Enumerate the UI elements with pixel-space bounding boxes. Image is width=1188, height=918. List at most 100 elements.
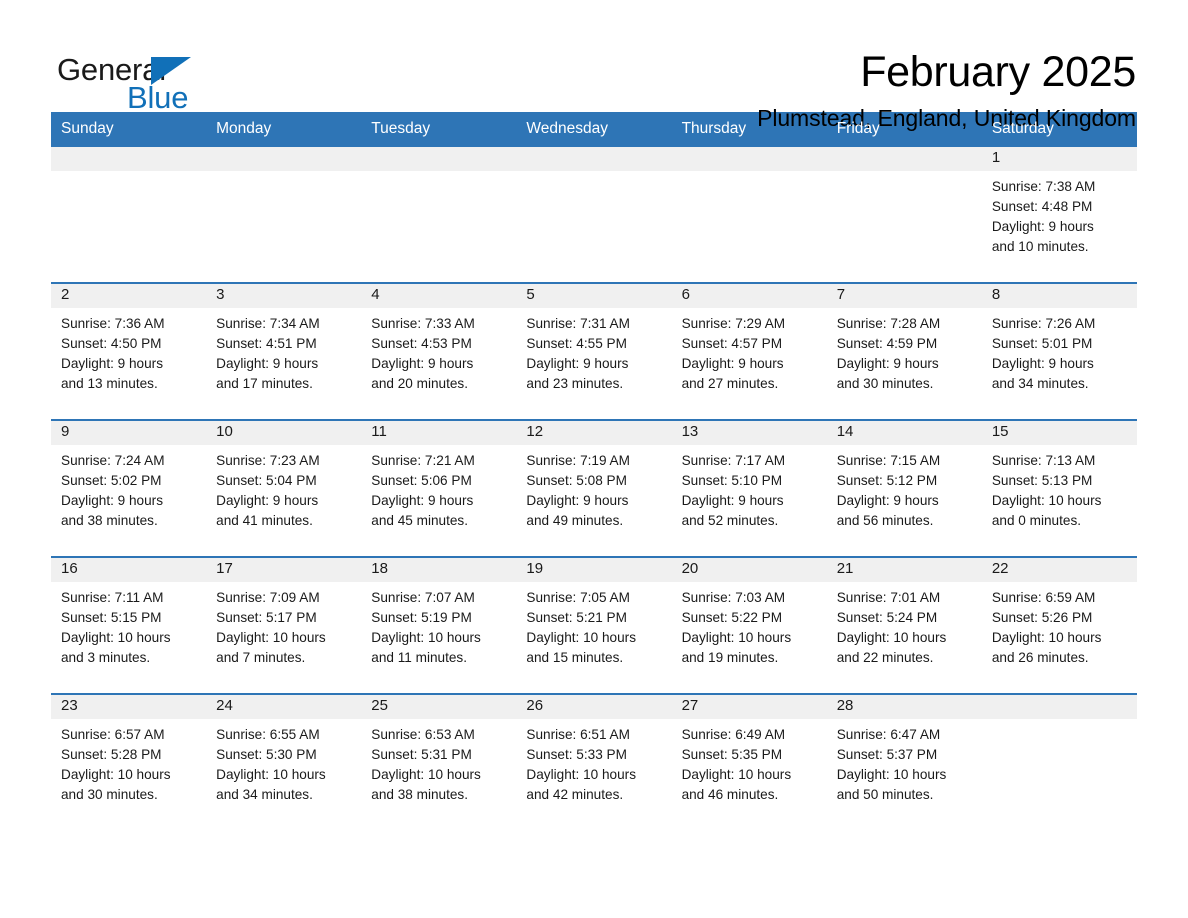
day-cell-21[interactable]: 21 Sunrise: 7:01 AM Sunset: 5:24 PM Dayligh…	[826, 557, 982, 693]
day-details: Sunrise: 7:01 AM Sunset: 5:24 PM Daylight:…	[827, 582, 982, 668]
day-cell-5[interactable]: 5 Sunrise: 7:31 AM Sunset: 4:55 PM Daylight…	[516, 283, 672, 419]
day-cell-23[interactable]: 23 Sunrise: 6:57 AM Sunset: 5:28 PM Dayligh…	[51, 694, 207, 830]
sunset-time: Sunset: 4:50 PM	[61, 335, 162, 351]
sunrise-time: Sunrise: 6:51 AM	[526, 726, 630, 742]
sunset-time: Sunset: 5:21 PM	[526, 609, 627, 625]
weekday-header-saturday: Saturday	[991, 120, 1054, 137]
daylight-duration-line1: Daylight: 9 hours	[526, 355, 629, 371]
day-details: Sunrise: 7:07 AM Sunset: 5:19 PM Daylight:…	[361, 582, 516, 668]
daylight-duration-line2: and 17 minutes.	[216, 375, 313, 391]
sunrise-time: Sunrise: 7:28 AM	[836, 315, 941, 331]
sunrise-time: Sunrise: 7:03 AM	[681, 589, 786, 605]
daylight-duration-line2: and 30 minutes.	[836, 375, 934, 391]
day-number: 14	[826, 420, 982, 445]
day-cell-14[interactable]: 14 Sunrise: 7:15 AM Sunset: 5:12 PM Dayligh…	[826, 420, 982, 556]
sunrise-time: Sunrise: 7:38 AM	[991, 178, 1096, 194]
daylight-duration-line1: Daylight: 10 hours	[371, 766, 481, 782]
day-number: 17	[206, 557, 362, 582]
day-cell-3[interactable]: 3 Sunrise: 7:34 AM Sunset: 4:51 PM Daylight…	[206, 283, 362, 419]
sunrise-time: Sunrise: 7:26 AM	[991, 315, 1096, 331]
daylight-duration-line1: Daylight: 10 hours	[836, 766, 947, 782]
sunset-time: Sunset: 5:33 PM	[526, 746, 627, 762]
day-details: Sunrise: 6:51 AM Sunset: 5:33 PM Daylight:…	[516, 719, 671, 805]
day-details: Sunrise: 7:33 AM Sunset: 4:53 PM Daylight:…	[361, 308, 516, 394]
sunset-time: Sunset: 5:04 PM	[216, 472, 317, 488]
logo-text-blue: Blue	[127, 80, 189, 115]
daylight-duration-line1: Daylight: 9 hours	[371, 492, 474, 508]
day-cell-26[interactable]: 26 Sunrise: 6:51 AM Sunset: 5:33 PM Dayligh…	[516, 694, 672, 830]
sunrise-time: Sunrise: 7:24 AM	[61, 452, 165, 468]
day-details: Sunrise: 7:26 AM Sunset: 5:01 PM Daylight:…	[982, 308, 1137, 394]
daylight-duration-line2: and 42 minutes.	[526, 786, 624, 802]
sunrise-time: Sunrise: 7:36 AM	[61, 315, 165, 331]
day-cell-empty	[826, 146, 982, 282]
sunset-time: Sunset: 4:51 PM	[216, 335, 317, 351]
day-cell-11[interactable]: 11 Sunrise: 7:21 AM Sunset: 5:06 PM Dayligh…	[361, 420, 517, 556]
daylight-duration-line1: Daylight: 10 hours	[681, 766, 792, 782]
general-blue-logo[interactable]: General Blue	[57, 46, 217, 115]
daylight-duration-line2: and 52 minutes.	[681, 512, 779, 528]
day-cell-17[interactable]: 17 Sunrise: 7:09 AM Sunset: 5:17 PM Dayligh…	[206, 557, 362, 693]
sunset-time: Sunset: 5:37 PM	[836, 746, 938, 762]
day-cell-15[interactable]: 15 Sunrise: 7:13 AM Sunset: 5:13 PM Dayligh…	[981, 420, 1137, 556]
sunrise-time: Sunrise: 7:33 AM	[371, 315, 475, 331]
daylight-duration-line2: and 10 minutes.	[991, 238, 1089, 254]
day-details: Sunrise: 7:28 AM Sunset: 4:59 PM Daylight:…	[827, 308, 982, 394]
daylight-duration-line2: and 11 minutes.	[371, 649, 468, 665]
daylight-duration-line1: Daylight: 9 hours	[681, 355, 784, 371]
daylight-duration-line1: Daylight: 9 hours	[216, 492, 319, 508]
day-cell-12[interactable]: 12 Sunrise: 7:19 AM Sunset: 5:08 PM Dayligh…	[516, 420, 672, 556]
day-details: Sunrise: 7:03 AM Sunset: 5:22 PM Daylight:…	[672, 582, 827, 668]
day-details: Sunrise: 7:05 AM Sunset: 5:21 PM Daylight:…	[516, 582, 671, 668]
day-cell-25[interactable]: 25 Sunrise: 6:53 AM Sunset: 5:31 PM Dayligh…	[361, 694, 517, 830]
daylight-duration-line2: and 23 minutes.	[526, 375, 624, 391]
day-cell-empty	[516, 146, 672, 282]
day-cell-20[interactable]: 20 Sunrise: 7:03 AM Sunset: 5:22 PM Dayligh…	[671, 557, 827, 693]
day-cell-10[interactable]: 10 Sunrise: 7:23 AM Sunset: 5:04 PM Dayligh…	[206, 420, 362, 556]
daylight-duration-line2: and 41 minutes.	[216, 512, 313, 528]
day-cell-19[interactable]: 19 Sunrise: 7:05 AM Sunset: 5:21 PM Dayligh…	[516, 557, 672, 693]
day-number: 21	[826, 557, 982, 582]
day-details: Sunrise: 6:49 AM Sunset: 5:35 PM Daylight:…	[672, 719, 827, 805]
day-cell-18[interactable]: 18 Sunrise: 7:07 AM Sunset: 5:19 PM Dayligh…	[361, 557, 517, 693]
daylight-duration-line1: Daylight: 9 hours	[371, 355, 474, 371]
sunrise-time: Sunrise: 6:55 AM	[216, 726, 320, 742]
day-number: 6	[671, 283, 827, 308]
daylight-duration-line1: Daylight: 10 hours	[61, 629, 171, 645]
day-number: 15	[981, 420, 1137, 445]
sunset-time: Sunset: 5:15 PM	[61, 609, 162, 625]
daylight-duration-line1: Daylight: 10 hours	[526, 629, 636, 645]
sunset-time: Sunset: 5:01 PM	[991, 335, 1093, 351]
day-cell-2[interactable]: 2 Sunrise: 7:36 AM Sunset: 4:50 PM Daylight…	[51, 283, 207, 419]
daylight-duration-line2: and 13 minutes.	[61, 375, 158, 391]
day-cell-4[interactable]: 4 Sunrise: 7:33 AM Sunset: 4:53 PM Daylight…	[361, 283, 517, 419]
day-cell-22[interactable]: 22 Sunrise: 6:59 AM Sunset: 5:26 PM Dayligh…	[981, 557, 1137, 693]
day-cell-7[interactable]: 7 Sunrise: 7:28 AM Sunset: 4:59 PM Daylight…	[826, 283, 982, 419]
daylight-duration-line1: Daylight: 9 hours	[991, 218, 1094, 234]
sunrise-time: Sunrise: 6:59 AM	[991, 589, 1096, 605]
daylight-duration-line2: and 7 minutes.	[216, 649, 306, 665]
day-cell-28[interactable]: 28 Sunrise: 6:47 AM Sunset: 5:37 PM Dayligh…	[826, 694, 982, 830]
daylight-duration-line2: and 19 minutes.	[681, 649, 779, 665]
day-cell-1[interactable]: 1 Sunrise: 7:38 AM Sunset: 4:48 PM Daylight…	[981, 146, 1137, 282]
daylight-duration-line2: and 49 minutes.	[526, 512, 624, 528]
daylight-duration-line2: and 27 minutes.	[681, 375, 779, 391]
day-number: 1	[981, 146, 1137, 171]
day-number: 22	[981, 557, 1137, 582]
day-cell-9[interactable]: 9 Sunrise: 7:24 AM Sunset: 5:02 PM Daylight…	[51, 420, 207, 556]
day-details: Sunrise: 7:24 AM Sunset: 5:02 PM Daylight:…	[51, 445, 206, 531]
day-number: 28	[826, 694, 982, 719]
day-number: 5	[516, 283, 672, 308]
day-cell-16[interactable]: 16 Sunrise: 7:11 AM Sunset: 5:15 PM Dayligh…	[51, 557, 207, 693]
day-number: 25	[361, 694, 517, 719]
day-cell-13[interactable]: 13 Sunrise: 7:17 AM Sunset: 5:10 PM Dayligh…	[671, 420, 827, 556]
sunset-time: Sunset: 4:55 PM	[526, 335, 627, 351]
sunrise-time: Sunrise: 7:23 AM	[216, 452, 320, 468]
calendar-table: Sunday Monday Tuesday Wednesday Thursday Frid…	[51, 112, 1137, 830]
day-cell-24[interactable]: 24 Sunrise: 6:55 AM Sunset: 5:30 PM Dayligh…	[206, 694, 362, 830]
day-cell-27[interactable]: 27 Sunrise: 6:49 AM Sunset: 5:35 PM Dayligh…	[671, 694, 827, 830]
sunset-time: Sunset: 4:59 PM	[836, 335, 938, 351]
day-cell-8[interactable]: 8 Sunrise: 7:26 AM Sunset: 5:01 PM Daylight…	[981, 283, 1137, 419]
day-cell-6[interactable]: 6 Sunrise: 7:29 AM Sunset: 4:57 PM Daylight…	[671, 283, 827, 419]
day-number: 24	[206, 694, 362, 719]
